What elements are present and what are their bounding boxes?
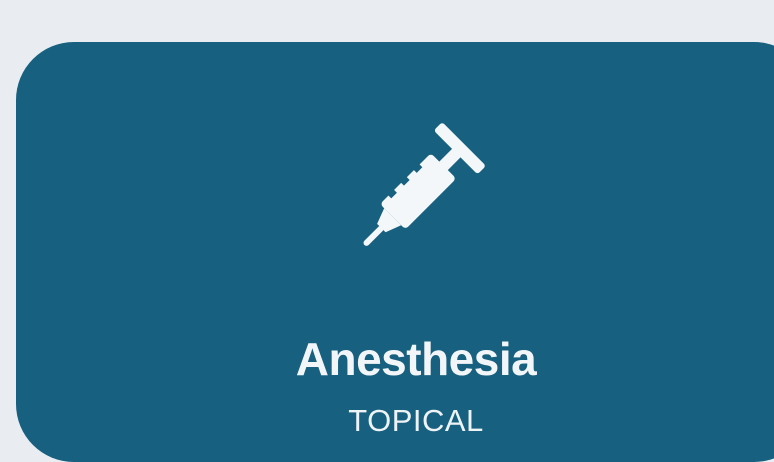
card-subtitle: TOPICAL: [348, 403, 484, 438]
syringe-icon: [336, 117, 496, 267]
anesthesia-card[interactable]: Anesthesia TOPICAL: [16, 42, 774, 462]
card-title: Anesthesia: [295, 333, 537, 385]
